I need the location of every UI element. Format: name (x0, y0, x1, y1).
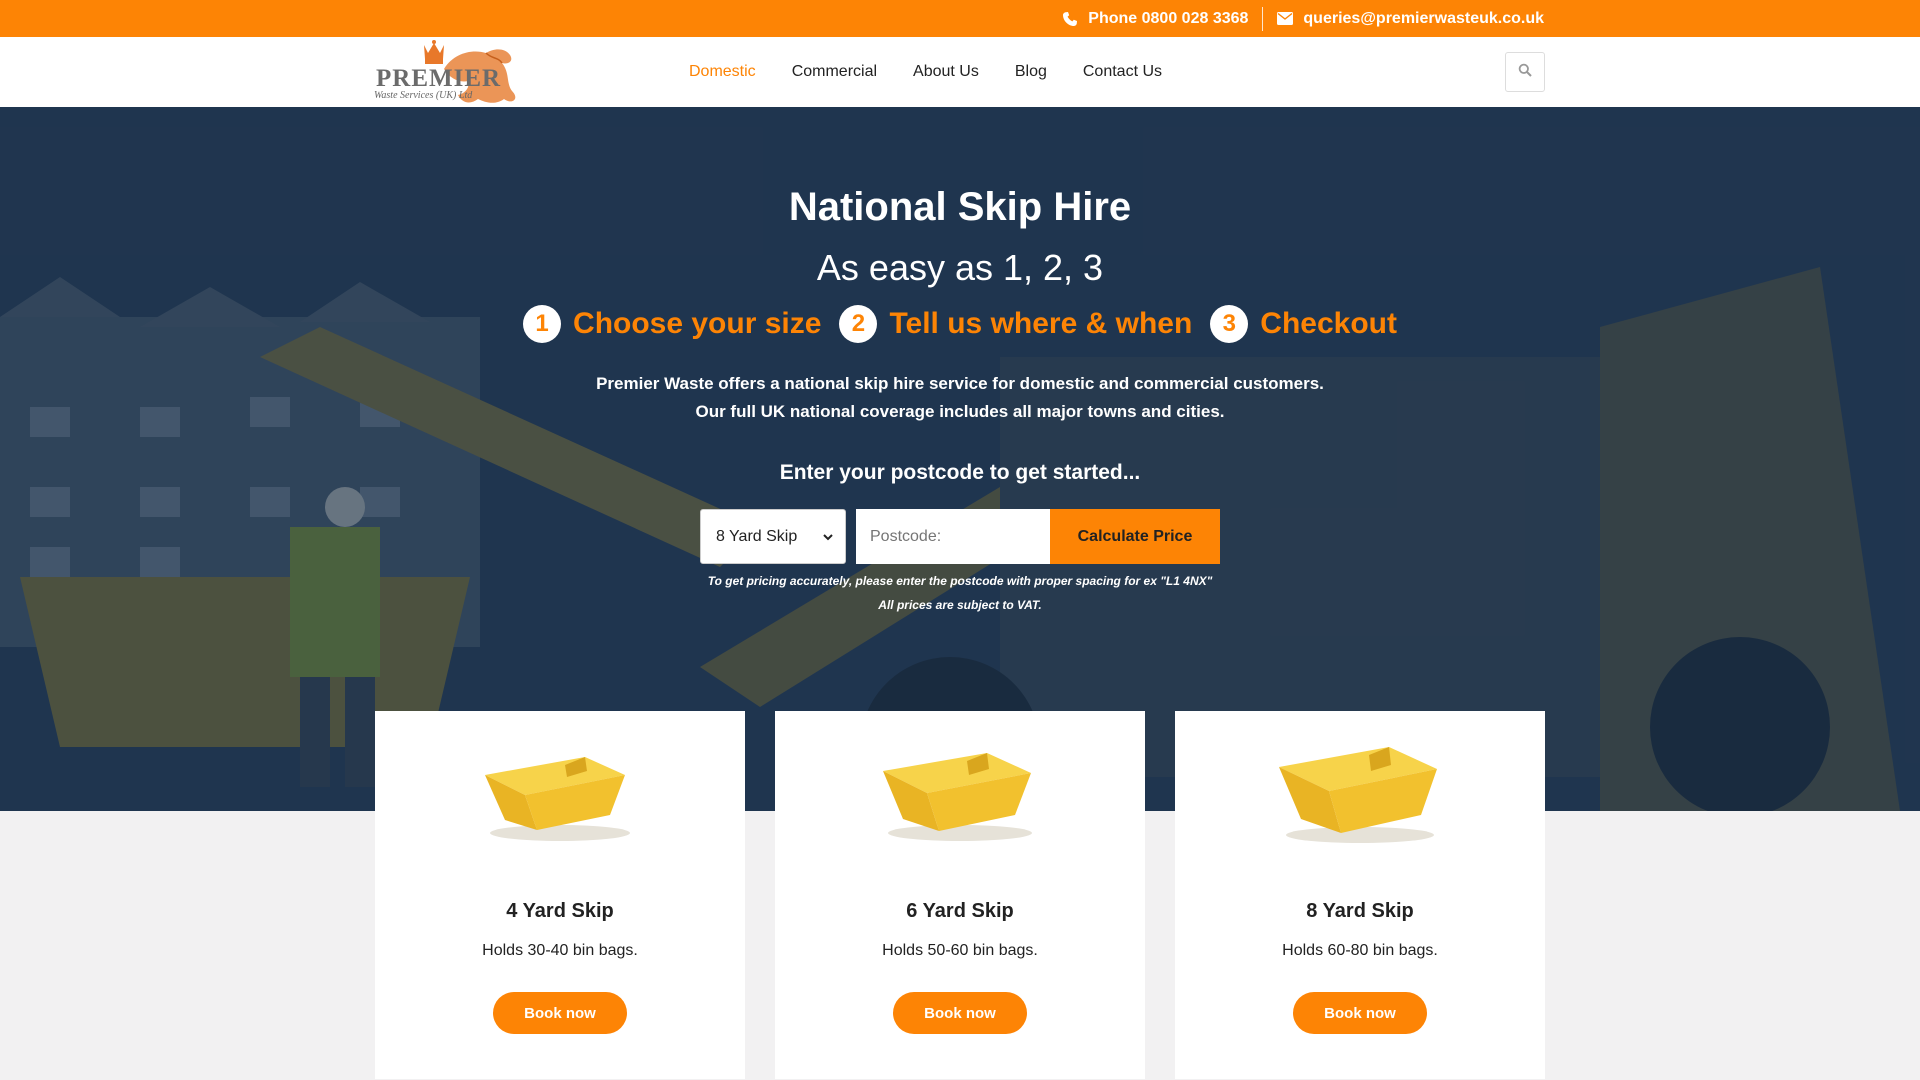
calculate-price-button[interactable]: Calculate Price (1050, 509, 1220, 564)
postcode-input[interactable] (856, 509, 1050, 564)
skip-image (883, 753, 1032, 841)
nav-commercial[interactable]: Commercial (792, 63, 877, 81)
skip-card-4-yard: 4 Yard Skip Holds 30-40 bin bags. Book n… (375, 711, 745, 1079)
phone-link[interactable]: Phone 0800 028 3368 (1062, 10, 1248, 28)
book-now-button[interactable]: Book now (1293, 992, 1427, 1034)
skip-image (1279, 747, 1437, 843)
pricing-notes: To get pricing accurately, please enter … (0, 569, 1920, 617)
step-2: 2 Tell us where & when (839, 305, 1192, 343)
nav-blog[interactable]: Blog (1015, 63, 1047, 81)
contact-info: Phone 0800 028 3368 queries@premierwaste… (1062, 0, 1544, 37)
step-label: Checkout (1260, 307, 1397, 340)
intro-text: Premier Waste offers a national skip hir… (0, 370, 1920, 426)
hero-subtitle: As easy as 1, 2, 3 (816, 247, 1104, 288)
postcode-prompt: Enter your postcode to get started... (779, 461, 1141, 484)
top-bar: Phone 0800 028 3368 queries@premierwaste… (0, 0, 1920, 37)
card-description: Holds 60-80 bin bags. (1282, 942, 1438, 959)
email-label: queries@premierwasteuk.co.uk (1303, 9, 1544, 27)
main-nav: Domestic Commercial About Us Blog Contac… (689, 37, 1162, 107)
card-title: 4 Yard Skip (506, 900, 614, 922)
vat-note: All prices are subject to VAT. (878, 598, 1042, 612)
nav-contact-us[interactable]: Contact Us (1083, 63, 1162, 81)
search-icon (1518, 63, 1532, 82)
step-label: Tell us where & when (889, 307, 1193, 340)
site-header: PREMIER Waste Services (UK) Ltd Domestic… (0, 37, 1920, 107)
divider (1262, 6, 1264, 31)
phone-icon (1062, 11, 1078, 27)
chevron-down-icon (823, 528, 833, 546)
step-1: 1 Choose your size (523, 305, 821, 343)
skip-card-6-yard: 6 Yard Skip Holds 50-60 bin bags. Book n… (775, 711, 1145, 1079)
step-label: Choose your size (573, 307, 822, 340)
card-description: Holds 50-60 bin bags. (882, 942, 1038, 959)
skip-size-select[interactable]: 8 Yard Skip (700, 509, 846, 564)
logo-subtitle: Waste Services (UK) Ltd (374, 90, 473, 101)
card-description: Holds 30-40 bin bags. (482, 942, 638, 959)
steps-row: 1 Choose your size 2 Tell us where & whe… (0, 305, 1920, 343)
intro-line: Premier Waste offers a national skip hir… (596, 374, 1324, 393)
skip-size-value: 8 Yard Skip (716, 527, 798, 545)
hero-title: National Skip Hire (788, 185, 1132, 229)
step-number: 3 (1210, 305, 1249, 343)
hero-section: National Skip Hire As easy as 1, 2, 3 1 … (0, 107, 1920, 811)
book-now-button[interactable]: Book now (493, 992, 627, 1034)
logo-wordmark: PREMIER (376, 65, 502, 92)
logo[interactable]: PREMIER Waste Services (UK) Ltd (374, 39, 556, 107)
phone-label: Phone 0800 028 3368 (1088, 9, 1249, 27)
nav-domestic[interactable]: Domestic (689, 63, 756, 81)
intro-line: Our full UK national coverage includes a… (695, 402, 1225, 421)
step-3: 3 Checkout (1210, 305, 1397, 343)
search-button[interactable] (1505, 52, 1545, 92)
postcode-note: To get pricing accurately, please enter … (707, 574, 1213, 588)
book-now-button[interactable]: Book now (893, 992, 1027, 1034)
card-title: 6 Yard Skip (906, 900, 1014, 922)
skip-card-8-yard: 8 Yard Skip Holds 60-80 bin bags. Book n… (1175, 711, 1545, 1079)
nav-about-us[interactable]: About Us (913, 63, 979, 81)
step-number: 2 (839, 305, 878, 343)
step-number: 1 (523, 305, 562, 343)
skip-image (485, 757, 630, 841)
price-form: 8 Yard Skip Calculate Price (700, 509, 1220, 564)
email-link[interactable]: queries@premierwasteuk.co.uk (1277, 10, 1544, 28)
card-title: 8 Yard Skip (1306, 900, 1414, 922)
envelope-icon (1277, 12, 1294, 25)
